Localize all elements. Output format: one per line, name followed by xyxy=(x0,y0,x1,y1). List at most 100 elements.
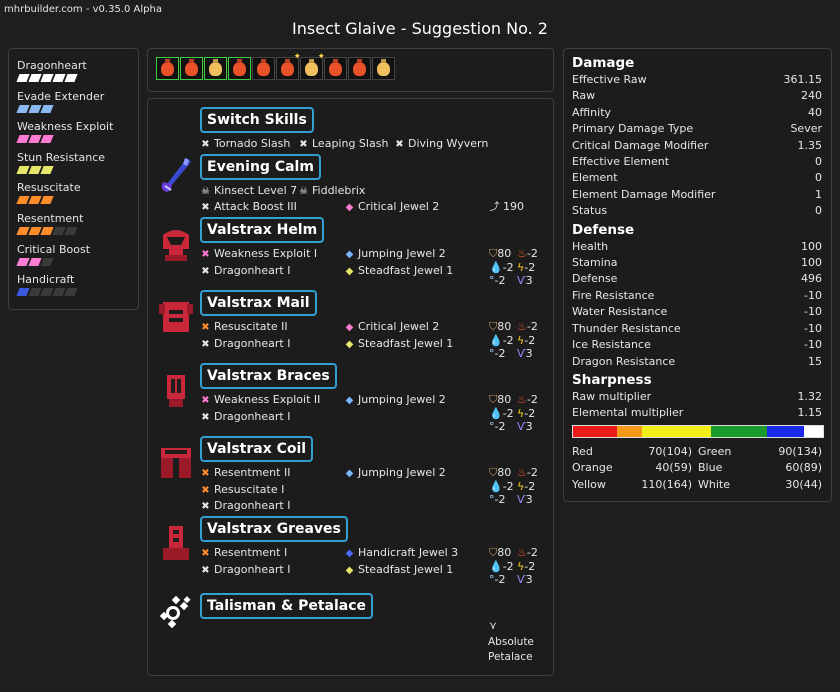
skill-level-bar xyxy=(16,165,138,174)
stat-value: -2 xyxy=(526,393,538,406)
skill-summary-row[interactable]: Resentment xyxy=(16,212,138,243)
skill-name: Weakness Exploit xyxy=(17,120,114,134)
skill-icon: ✖ xyxy=(201,468,210,479)
decoration-slot[interactable]: ✦ xyxy=(300,52,325,80)
skill-level-pip xyxy=(64,288,78,297)
stat-value: -2 xyxy=(502,559,514,573)
stats-row: °-2 Ѵ3 xyxy=(489,274,545,288)
stat-label: Effective Raw xyxy=(572,73,647,86)
skill-summary-row[interactable]: Dragonheart xyxy=(16,59,138,90)
sharpness-level: Orange 40(59) xyxy=(572,460,696,477)
sharpness-color-value: 90(134) xyxy=(778,444,822,458)
skill-summary-row[interactable]: Stun Resistance xyxy=(16,151,138,182)
switch-skill-item: ✖ Leaping Slash xyxy=(299,137,389,150)
decoration-slot[interactable] xyxy=(156,57,179,80)
armor-title[interactable]: Valstrax Helm xyxy=(200,217,325,243)
fire-icon: ♨ xyxy=(517,247,527,260)
armor-jewel-name: Handicraft Jewel 3 xyxy=(358,546,459,559)
stat-value: 1.32 xyxy=(797,389,823,403)
skill-summary-row[interactable]: Weakness Exploit xyxy=(16,120,138,151)
armor-title[interactable]: Valstrax Braces xyxy=(200,363,337,389)
skill-icon: ✖ xyxy=(201,501,210,512)
skill-level-bar xyxy=(16,74,138,82)
switch-skills-title[interactable]: Switch Skills xyxy=(200,107,314,133)
decoration-slot[interactable] xyxy=(204,57,227,80)
stat-row: Element Damage Modifier 1 xyxy=(572,187,822,203)
stat-row: Elemental multiplier 1.15 xyxy=(572,405,822,421)
stat-label: Dragon Resistance xyxy=(572,354,676,368)
skill-name: Handicraft xyxy=(17,273,75,287)
skill-level-pip xyxy=(64,226,78,235)
skill-icon: ✖ xyxy=(201,322,210,333)
stat-value: -10 xyxy=(804,321,822,335)
weapon-jewel: ◆ Critical Jewel 2 xyxy=(345,200,440,213)
jewel-icon: ◆ xyxy=(345,249,354,260)
armor-stats: ⛉80 ♨-2 💧-2 ϟ-2 °-2 Ѵ3 xyxy=(489,393,545,434)
stat-row: Ice Resistance -10 xyxy=(572,337,822,353)
skill-level-bar xyxy=(16,104,138,113)
jewel-icon: ◆ xyxy=(345,322,354,333)
stat-value: -2 xyxy=(494,573,506,586)
decoration-slot[interactable]: ✦ xyxy=(276,52,301,80)
armor-title[interactable]: Valstrax Coil xyxy=(200,436,314,462)
app-version: mhrbuilder.com - v0.35.0 Alpha xyxy=(4,4,162,15)
armor-title[interactable]: Valstrax Greaves xyxy=(200,516,348,542)
sharpness-level: Green 90(134) xyxy=(698,444,822,461)
sharpness-title: Sharpness xyxy=(572,371,652,388)
stat-item: ϟ-2 xyxy=(517,334,545,348)
stat-item: ⛉80 xyxy=(489,320,517,334)
sharpness-color-value: 30(44) xyxy=(785,477,822,491)
stats-row: ⛉80 ♨-2 xyxy=(489,393,545,407)
armor-skill-name: Weakness Exploit II xyxy=(214,393,321,406)
sharpness-color-value: 60(89) xyxy=(785,461,822,475)
stat-item: °-2 xyxy=(489,493,517,507)
stats-row: ⛉80 ♨-2 xyxy=(489,247,545,261)
stats-row: 💧-2 ϟ-2 xyxy=(489,480,545,494)
skill-level-pip xyxy=(64,74,78,82)
stat-value: Sever xyxy=(790,122,822,136)
skill-icon: ✖ xyxy=(201,338,210,350)
defense-icon: ⛉ xyxy=(489,393,498,406)
stat-value: -2 xyxy=(494,420,506,433)
decoration-slot[interactable] xyxy=(228,57,251,80)
stats-row: 💧-2 ϟ-2 xyxy=(489,334,545,348)
stat-item: °-2 xyxy=(489,274,517,288)
armor-skill: ✖ Resentment II xyxy=(200,466,290,481)
stat-item: Ѵ3 xyxy=(517,573,545,587)
weapon-title[interactable]: Evening Calm xyxy=(200,154,321,180)
switch-skill-item: ✖ Tornado Slash xyxy=(201,137,291,150)
armor-jewel: ◆ Handicraft Jewel 3 xyxy=(344,546,459,561)
armor-title[interactable]: Valstrax Mail xyxy=(200,290,317,316)
stat-value: -2 xyxy=(526,320,538,333)
skill-summary-row[interactable]: Handicraft xyxy=(16,273,138,304)
kinsect-level: ☠ Kinsect Level 7 xyxy=(201,184,298,197)
armor-jewel: ◆ Steadfast Jewel 1 xyxy=(344,337,454,352)
insect-glaive-icon xyxy=(161,158,191,192)
stat-value: -10 xyxy=(804,305,822,319)
armor-skill: ✖ Resentment I xyxy=(200,546,287,561)
decoration-slot[interactable] xyxy=(252,57,275,80)
stat-value: -2 xyxy=(494,274,506,287)
stat-value: -2 xyxy=(502,479,514,493)
stat-item: 💧-2 xyxy=(489,261,517,275)
stat-item: ♨-2 xyxy=(517,320,545,334)
stat-value: -2 xyxy=(502,333,514,347)
stat-label: Element Damage Modifier xyxy=(572,187,716,201)
stat-value: -2 xyxy=(502,260,514,274)
decoration-slot[interactable] xyxy=(372,57,395,80)
decoration-slot[interactable] xyxy=(324,57,347,80)
stat-value: 1.15 xyxy=(797,406,823,420)
talisman-title[interactable]: Talisman & Petalace xyxy=(200,593,374,619)
skill-summary-row[interactable]: Evade Extender xyxy=(16,90,138,121)
decoration-slot[interactable] xyxy=(348,57,371,80)
stat-value: 80 xyxy=(497,393,512,406)
stat-value: 80 xyxy=(497,320,512,333)
skill-summary-row[interactable]: Resuscitate xyxy=(16,181,138,212)
stat-value: -10 xyxy=(804,338,822,352)
skill-level-pip xyxy=(40,196,54,205)
stat-label: Raw xyxy=(572,89,596,103)
decoration-slot[interactable] xyxy=(180,57,203,80)
skill-summary-row[interactable]: Critical Boost xyxy=(16,243,138,274)
stat-value: -2 xyxy=(526,546,538,559)
water-icon: 💧 xyxy=(489,406,503,420)
